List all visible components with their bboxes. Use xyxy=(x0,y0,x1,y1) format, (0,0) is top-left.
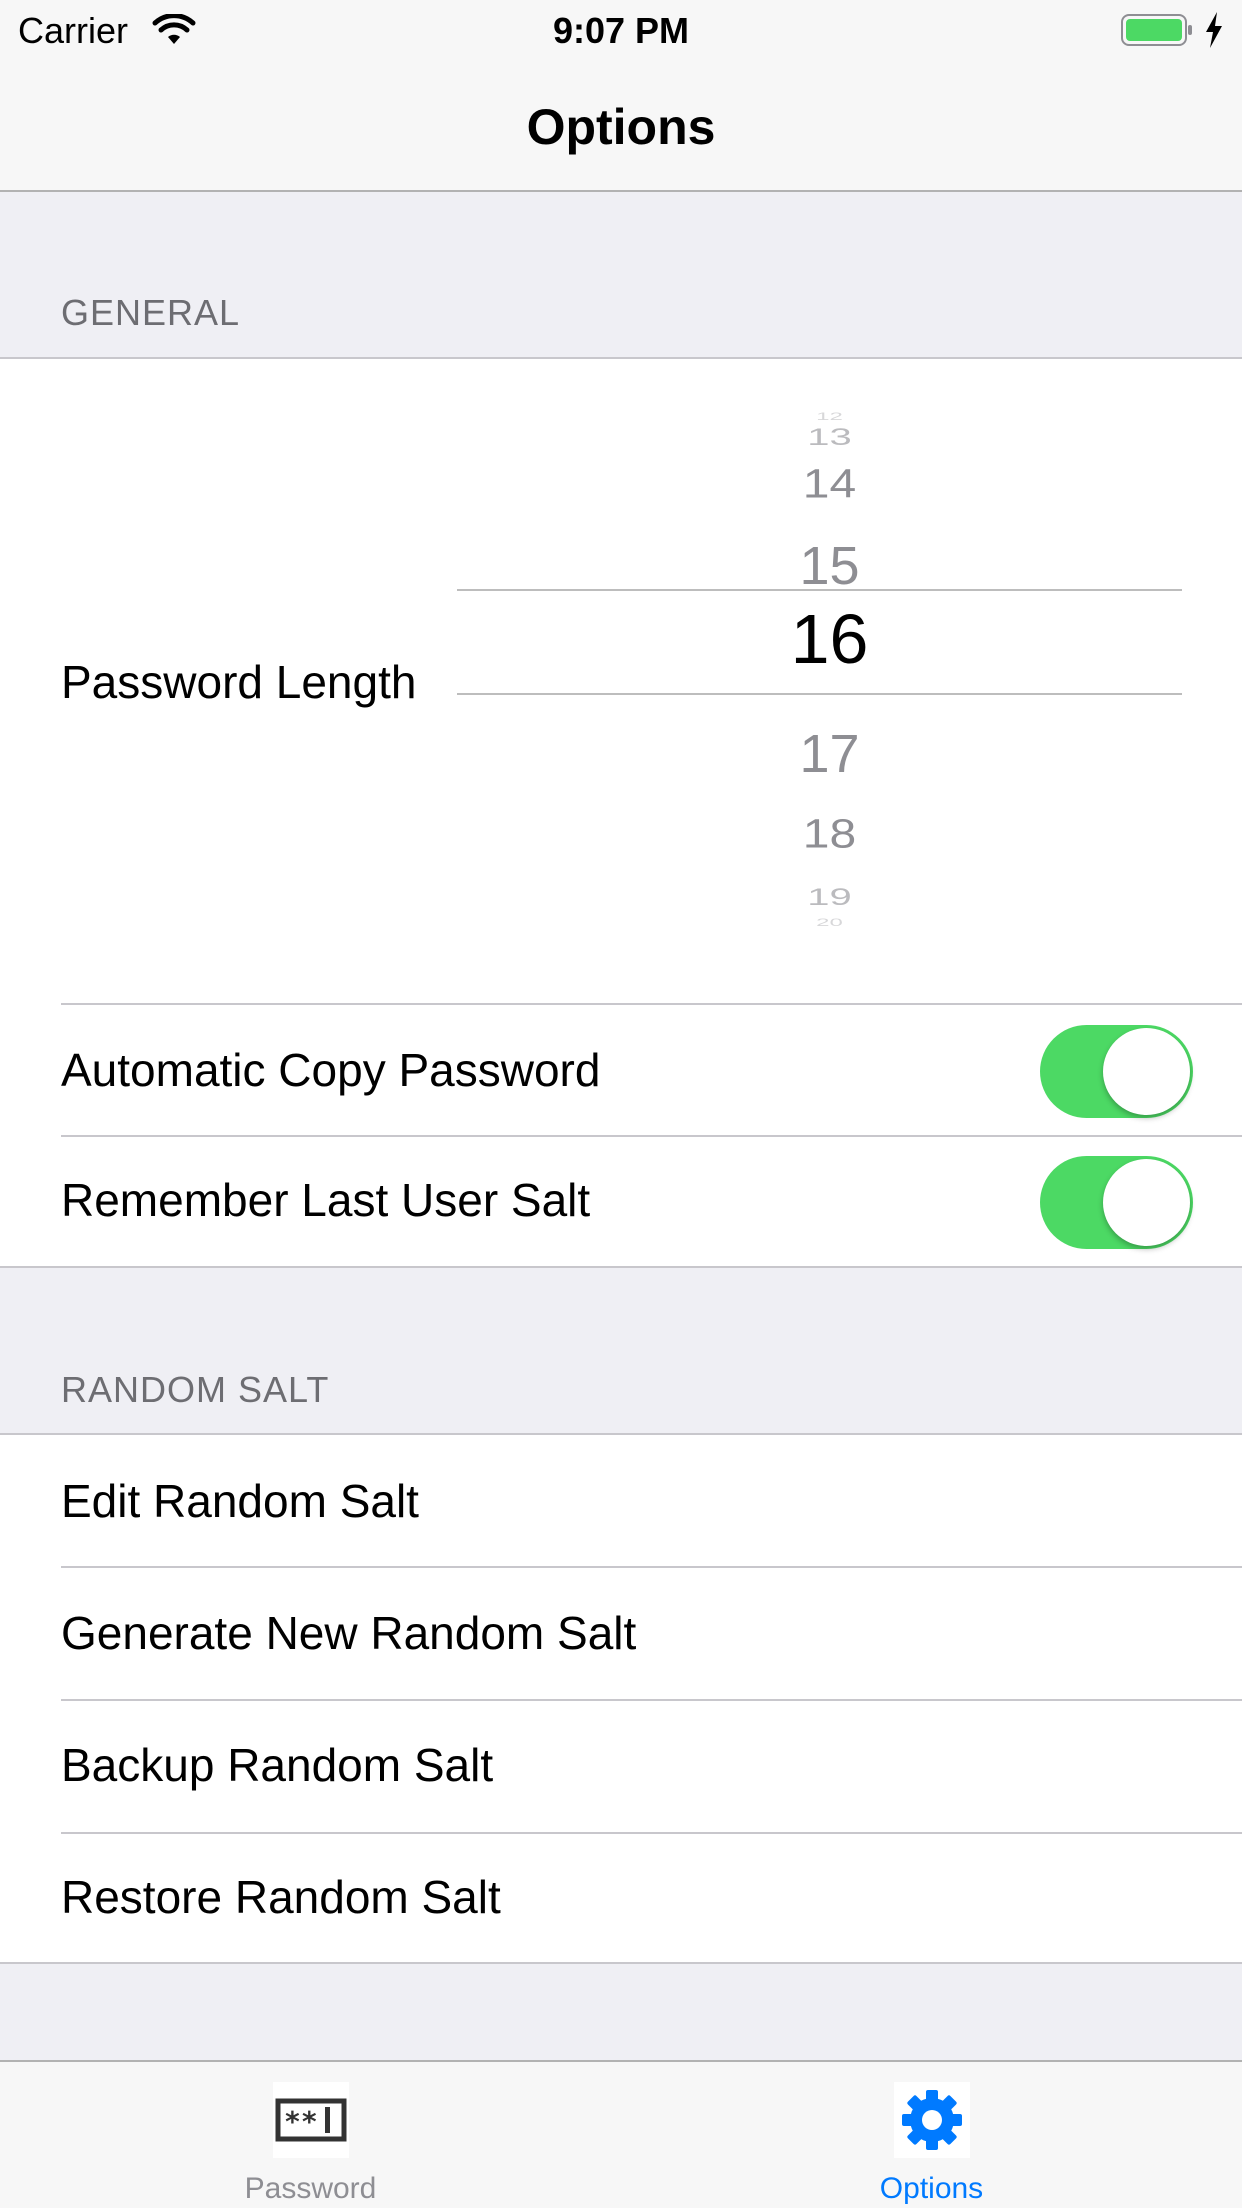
picker-option[interactable]: 18 xyxy=(457,811,1202,858)
general-group: Password Length 12 13 14 15 16 17 18 19 … xyxy=(0,357,1242,1268)
restore-random-salt-row[interactable]: Restore Random Salt xyxy=(0,1834,1242,1964)
tab-password[interactable]: ** Password xyxy=(0,2062,621,2208)
tab-password-label: Password xyxy=(244,2172,377,2205)
password-length-row: Password Length 12 13 14 15 16 17 18 19 … xyxy=(0,359,1242,1003)
toggle-knob xyxy=(1103,1159,1190,1246)
gear-icon xyxy=(893,2082,970,2158)
tab-options[interactable]: Options xyxy=(621,2062,1242,2208)
picker-selection-bottom-line xyxy=(457,693,1182,695)
page-title: Options xyxy=(526,99,716,155)
picker-selection-top-line xyxy=(457,589,1182,591)
picker-selected-value[interactable]: 16 xyxy=(457,599,1202,679)
svg-text:**: ** xyxy=(284,2105,318,2138)
navigation-bar: Options xyxy=(0,60,1242,192)
auto-copy-toggle[interactable] xyxy=(1040,1025,1193,1118)
generate-random-salt-label: Generate New Random Salt xyxy=(61,1607,637,1659)
picker-option[interactable]: 12 xyxy=(457,411,1202,424)
picker-option[interactable]: 20 xyxy=(457,917,1202,930)
picker-option[interactable]: 17 xyxy=(457,723,1202,785)
random-salt-group: Edit Random Salt Generate New Random Sal… xyxy=(0,1433,1242,1964)
password-length-picker[interactable]: 12 13 14 15 16 17 18 19 20 xyxy=(457,409,1182,949)
picker-option[interactable]: 19 xyxy=(457,884,1202,911)
status-bar: Carrier 9:07 PM xyxy=(0,0,1242,60)
backup-random-salt-row[interactable]: Backup Random Salt xyxy=(0,1701,1242,1832)
remember-salt-toggle[interactable] xyxy=(1040,1156,1193,1249)
toggle-knob xyxy=(1103,1028,1190,1115)
picker-option[interactable]: 13 xyxy=(457,424,1202,451)
clock: 9:07 PM xyxy=(552,10,690,51)
section-header-general: GENERAL xyxy=(61,292,241,333)
restore-random-salt-label: Restore Random Salt xyxy=(61,1871,501,1923)
password-length-label: Password Length xyxy=(61,656,417,708)
generate-random-salt-row[interactable]: Generate New Random Salt xyxy=(0,1568,1242,1699)
remember-salt-label: Remember Last User Salt xyxy=(61,1174,591,1226)
backup-random-salt-label: Backup Random Salt xyxy=(61,1739,494,1791)
auto-copy-row: Automatic Copy Password xyxy=(0,1005,1242,1137)
edit-random-salt-row[interactable]: Edit Random Salt xyxy=(0,1435,1242,1566)
picker-option[interactable]: 14 xyxy=(457,461,1202,508)
edit-random-salt-label: Edit Random Salt xyxy=(61,1475,419,1527)
auto-copy-label: Automatic Copy Password xyxy=(61,1044,601,1096)
picker-option[interactable]: 15 xyxy=(457,535,1202,597)
section-header-random-salt: RANDOM SALT xyxy=(61,1369,330,1410)
tab-options-label: Options xyxy=(879,2172,984,2205)
charging-bolt-icon xyxy=(1206,12,1222,48)
tab-bar: ** Password Options xyxy=(0,2060,1242,2208)
password-field-icon: ** xyxy=(272,2082,349,2158)
remember-salt-row: Remember Last User Salt xyxy=(0,1137,1242,1268)
battery-icon xyxy=(1121,14,1192,46)
